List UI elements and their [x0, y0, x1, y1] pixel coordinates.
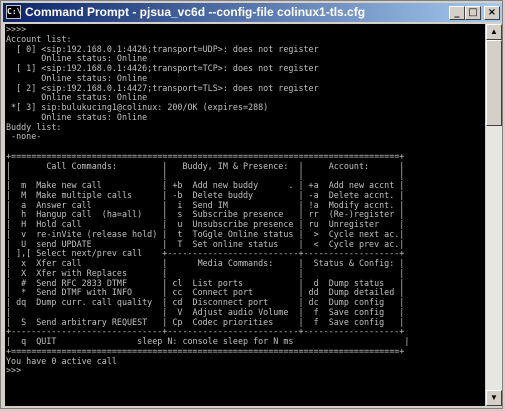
console-line: You have 0 active call: [6, 355, 117, 366]
console-line: | v re-inVite (release hold) | t ToGgle …: [6, 228, 405, 239]
console-line: | U send UPDATE | T Set online status | …: [6, 238, 405, 249]
command-prompt-icon[interactable]: C:\: [6, 5, 21, 19]
console-line: Online status: Online: [6, 92, 148, 103]
console-line: | S Send arbitrary REQUEST | Cp Codec pr…: [6, 316, 405, 327]
console-line: [ 1] <sip:192.168.0.1:4426;transport=TCP…: [6, 63, 319, 73]
maximize-button[interactable]: □: [465, 6, 481, 20]
console-line: | ],[ Select next/prev call +-----------…: [6, 248, 405, 259]
console-line: >>>>: [6, 24, 27, 34]
console-line: | h Hangup call (ha=all) | s Subscribe p…: [6, 209, 405, 220]
console-line: | Call Commands: | Buddy, IM & Presence:…: [6, 160, 405, 171]
console-text: >>>> Account list: [ 0] <sip:192.168.0.1…: [6, 24, 410, 376]
console-line: Online status: Online: [6, 53, 148, 64]
console-line: Buddy list:: [6, 121, 62, 132]
console-line: | a Answer call | i Send IM | !a Modify …: [6, 199, 405, 210]
console-line: | | | |: [6, 170, 405, 181]
console-line: | | V Adjust audio Volume | f Save confi…: [6, 306, 405, 317]
console-line: >>>: [6, 365, 22, 376]
close-button[interactable]: ×: [484, 6, 500, 20]
scroll-up-arrow-icon[interactable]: ▲: [486, 24, 502, 40]
console-line: | H Hold call | u Unsubscribe presence |…: [6, 219, 405, 229]
scroll-down-arrow-icon[interactable]: ▼: [486, 390, 502, 406]
console-line: +------------------------------+--------…: [6, 326, 405, 337]
title-bar[interactable]: C:\ Command Prompt - pjsua_vc6d --config…: [3, 3, 502, 22]
console-line: [ 2] <sip:192.168.0.1:4427;transport=TLS…: [6, 82, 319, 93]
console-line: *[ 3] sip:bulukucing1@colinux: 200/OK (e…: [6, 102, 269, 112]
console-line: Online status: Online: [6, 72, 148, 83]
console-line: -none-: [6, 131, 42, 142]
console-line: | M Make multiple calls | -b Delete budd…: [6, 189, 405, 200]
console-line: | dq Dump curr. call quality | cd Discon…: [6, 297, 405, 307]
console-line: Online status: Online: [6, 111, 148, 122]
console-line: | # Send RFC 2833 DTMF | cl List ports |…: [6, 277, 405, 288]
command-prompt-window: C:\ Command Prompt - pjsua_vc6d --config…: [0, 0, 503, 409]
console-line: +=======================================…: [6, 150, 405, 161]
vertical-scrollbar[interactable]: ▲ ▼: [486, 24, 502, 406]
console-line: | * Send DTMF with INFO | cc Connect por…: [6, 287, 405, 298]
console-line: | q QUIT sleep N: console sleep for N ms…: [6, 336, 410, 346]
console-output[interactable]: >>>> Account list: [ 0] <sip:192.168.0.1…: [5, 24, 485, 406]
console-line: +=======================================…: [6, 345, 405, 356]
minimize-button[interactable]: _: [449, 6, 465, 20]
window-title: Command Prompt - pjsua_vc6d --config-fil…: [25, 5, 366, 19]
console-line: [ 0] <sip:192.168.0.1:4426;transport=UDP…: [6, 43, 319, 54]
console-line: Account list:: [6, 33, 72, 44]
scroll-thumb[interactable]: [486, 40, 502, 126]
console-line: | m Make new call | +b Add new buddy . |…: [6, 180, 405, 190]
console-line: | X Xfer with Replaces | | |: [6, 267, 405, 278]
console-line: | x Xfer call | Media Commands: | Status…: [6, 258, 405, 268]
